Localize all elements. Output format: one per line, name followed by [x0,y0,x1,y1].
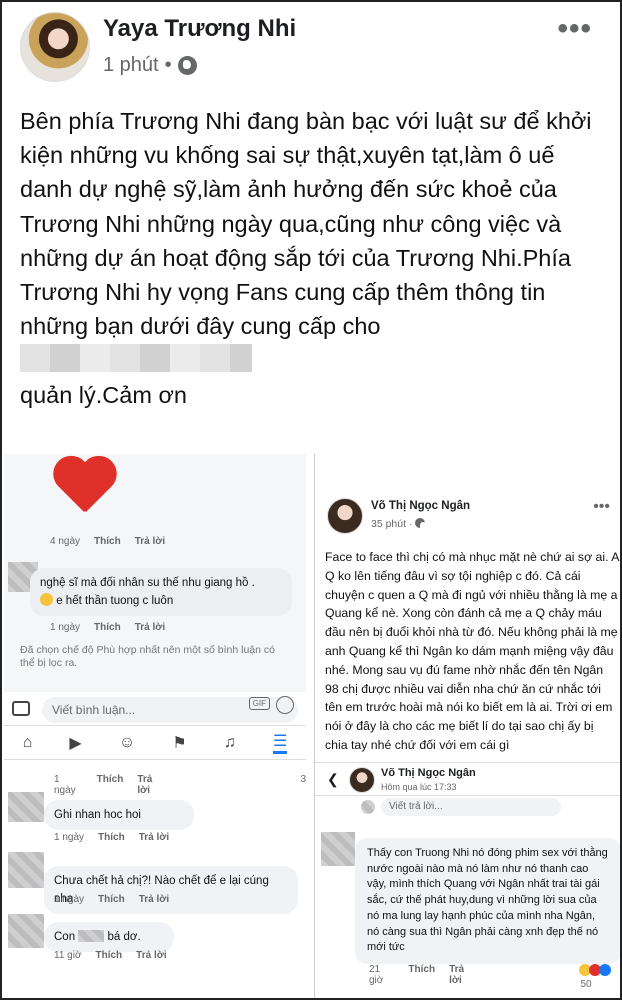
comment-composer: Viết bình luận... GIF [4,692,306,726]
groups-icon[interactable]: ☺ [119,734,135,752]
comment-meta: 1 ngày Thích Trả lời [50,622,166,633]
globe-icon [415,518,429,531]
bell-icon[interactable]: ♫ [224,734,236,752]
screenshot-ngan-post: Võ Thị Ngọc Ngân 35 phút · ••• Face to f… [314,454,620,998]
like-link[interactable]: Thích [98,832,125,843]
blurred-avatar [361,800,375,814]
reply-link[interactable]: Trả lời [135,622,165,633]
watch-icon[interactable]: ▶ [69,733,81,753]
like-link[interactable]: Thích [94,622,121,633]
blurred-avatar [8,792,44,822]
like-link[interactable]: Thích [408,964,435,990]
comment-bubble: Ghi nhan hoc hoi [44,800,194,830]
more-options-icon[interactable]: ••• [557,12,592,46]
comment-bubble: Con bá dơ. [44,922,174,952]
flag-icon[interactable]: ⚑ [172,733,186,753]
camera-icon[interactable] [12,701,30,716]
like-link[interactable]: Thích [94,536,121,547]
smiley-icon [40,593,53,606]
blurred-avatar [8,914,44,948]
emoji-icon[interactable] [276,696,294,714]
screenshot-comments-bottom: 1 ngày Thích Trả lời 3 Ghi nhan hoc hoi … [4,760,306,998]
screenshot-comments-top: 4 ngày Thích Trả lời nghệ sĩ mà đối nhân… [4,454,306,692]
comment-bubble: Chưa chết hả chị?! Nào chết để e lại cún… [44,866,298,914]
reply-input[interactable]: Viết trả lời... [381,798,561,816]
reply-link[interactable]: Trả lời [135,536,165,547]
author-avatar[interactable] [20,12,90,82]
reaction-count: 50 [578,964,621,990]
reply-time: Hôm qua lúc 17:33 [381,782,457,792]
ngan-time: 35 phút · [371,518,429,531]
reply-bubble: Thấy con Truong Nhi nó đóng phim sex với… [355,838,620,964]
blurred-avatar [8,852,44,888]
post-text-end: quản lý.Cảm ơn [20,381,187,408]
gif-button[interactable]: GIF [248,697,270,710]
reply-link[interactable]: Trả lời [139,894,169,905]
author-name[interactable]: Yaya Trương Nhi [103,15,296,43]
comment-bubble: nghệ sĩ mà đối nhân su thế nhu giang hồ … [30,568,292,616]
filter-note: Đã chọn chế độ Phù hợp nhất nên một số b… [20,644,275,669]
reaction-count: 3 [300,774,306,785]
like-link[interactable]: Thích [98,894,125,905]
post-card: Yaya Trương Nhi 1 phút • ••• Bên phía Tr… [0,0,622,1000]
bottom-nav: ⌂ ▶ ☺ ⚑ ♫ ☰ [4,726,306,760]
sticker-meta: 4 ngày Thích Trả lời [50,536,166,547]
more-options-icon[interactable]: ••• [593,498,610,516]
reply-link[interactable]: Trả lời [137,774,166,796]
back-arrow-icon[interactable]: ❮ [327,771,339,788]
post-time[interactable]: 1 phút [103,54,159,77]
heart-sticker-icon [52,458,118,518]
ngan-avatar[interactable] [327,498,363,534]
post-meta: 1 phút • [103,54,197,77]
blurred-name [20,344,252,373]
menu-icon[interactable]: ☰ [273,731,288,754]
reply-author[interactable]: Võ Thị Ngọc Ngân [381,767,476,779]
post-header: Yaya Trương Nhi 1 phút • ••• [2,2,620,92]
reply-meta: 21 giờ Thích Trả lời 50 [369,964,620,990]
post-text-main: Bên phía Trương Nhi đang bàn bạc với luậ… [20,108,592,340]
post-body: Bên phía Trương Nhi đang bàn bạc với luậ… [20,104,612,412]
comment-meta: 1 ngày Thích Trả lời 3 [54,774,306,796]
ngan-post-text: Face to face thì chị có mà nhục mặt nè c… [325,550,619,752]
like-link[interactable]: Thích [96,950,123,961]
reply-link[interactable]: Trả lời [136,950,166,961]
reply-avatar [349,767,375,793]
reply-link[interactable]: Trả lời [449,964,476,990]
home-icon[interactable]: ⌂ [23,734,33,752]
comment-meta: 11 giờ Thích Trả lời [54,950,167,961]
comment-meta: 1 ngày Thích Trả lời [54,832,170,843]
like-icon [598,964,611,976]
like-link[interactable]: Thích [97,774,124,796]
globe-icon [177,56,197,75]
blurred-avatar [321,832,355,866]
reply-link[interactable]: Trả lời [139,832,169,843]
comment-meta: 1 ngày Thích Trả lời [54,894,170,905]
ngan-author[interactable]: Võ Thị Ngọc Ngân [371,500,470,512]
